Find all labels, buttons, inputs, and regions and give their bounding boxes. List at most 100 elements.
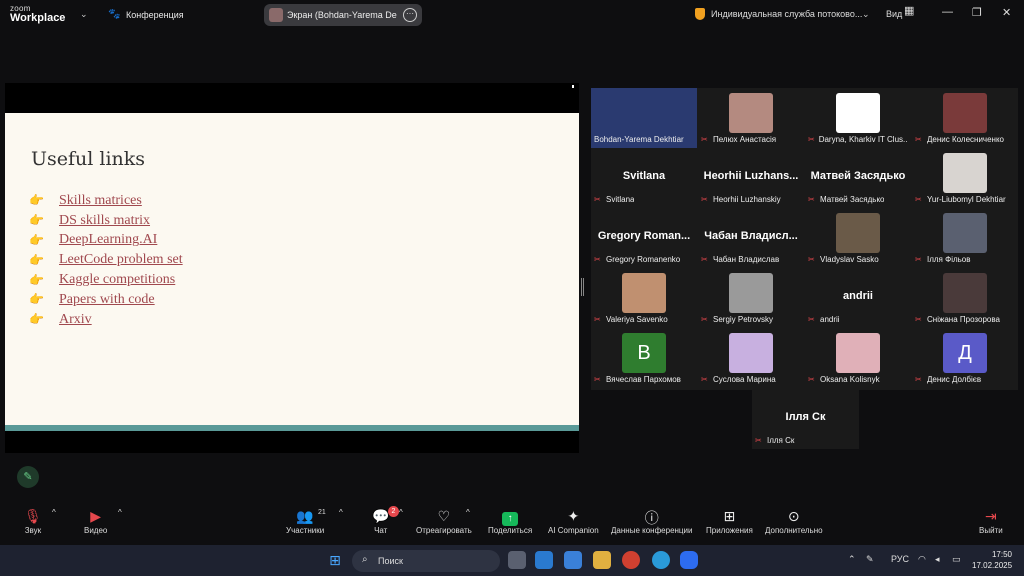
muted-mic-icon: ✂ xyxy=(915,375,922,384)
participant-tile[interactable]: Svitlana ✂ Svitlana xyxy=(591,148,697,208)
taskbar-clock[interactable]: 17:50 17.02.2025 xyxy=(972,549,1012,571)
windows-start-icon[interactable]: ⊞ xyxy=(326,551,344,569)
share-label: Поделиться xyxy=(488,526,533,535)
participant-tile[interactable]: ✂ Пелюх Анастасія xyxy=(698,88,804,148)
meeting-label[interactable]: Конференция xyxy=(126,10,184,20)
share-button[interactable]: ↑ Поделиться xyxy=(488,508,532,535)
taskbar-search[interactable]: ⌕ Поиск xyxy=(352,550,500,572)
participant-name: ✂ Heorhii Luzhanskiy xyxy=(701,195,781,204)
participants-button[interactable]: 👥 Участники 21 xyxy=(286,508,326,535)
zoom-taskbar-icon[interactable] xyxy=(680,551,698,569)
chrome-icon[interactable] xyxy=(622,551,640,569)
react-button[interactable]: ♡ Отреагировать xyxy=(416,508,472,535)
screen-share-indicator[interactable]: Экран (Bohdan-Yarema Dekhtiar ··· xyxy=(264,4,422,26)
grid-icon[interactable]: ▦ xyxy=(904,4,914,17)
participant-display-name: Svitlana xyxy=(622,170,666,182)
restore-icon[interactable]: ❐ xyxy=(972,6,982,19)
chat-options-caret[interactable]: ^ xyxy=(399,508,403,517)
participant-tile[interactable]: Bohdan-Yarema Dekhtiar xyxy=(591,88,697,148)
telegram-icon[interactable] xyxy=(652,551,670,569)
participant-name: ✂ Svitlana xyxy=(594,195,634,204)
leave-button[interactable]: ⇥ Выйти xyxy=(979,508,1003,535)
participant-tile[interactable]: Чабан Владисл... ✂ Чабан Владислав xyxy=(698,208,804,268)
link[interactable]: DeepLearning.AI xyxy=(59,232,157,248)
list-item: 👉 Papers with code xyxy=(29,290,183,310)
annotate-pencil-icon[interactable]: ✎ xyxy=(17,466,39,488)
participant-tile[interactable]: ✂ Oksana Kolisnyk xyxy=(805,328,911,388)
participant-name-text: Sergiy Petrovsky xyxy=(713,315,774,324)
tray-expand-icon[interactable]: ⌃ xyxy=(848,554,856,565)
participants-options-caret[interactable]: ^ xyxy=(339,508,343,517)
link[interactable]: Kaggle competitions xyxy=(59,272,175,288)
participant-tile[interactable]: Матвей Засядько ✂ Матвей Засядько xyxy=(805,148,911,208)
link[interactable]: Arxiv xyxy=(59,312,92,328)
participant-tile[interactable]: ✂ Денис Колесниченко xyxy=(912,88,1018,148)
link[interactable]: DS skills matrix xyxy=(59,213,150,229)
splitter-handle[interactable] xyxy=(581,278,584,296)
ai-companion-button[interactable]: ✦ AI Companion xyxy=(548,508,599,535)
minimize-icon[interactable]: — xyxy=(942,6,953,18)
more-options-icon[interactable]: ··· xyxy=(403,8,417,22)
muted-mic-icon: ✂ xyxy=(808,375,815,384)
file-explorer-icon[interactable] xyxy=(593,551,611,569)
search-icon: ⌕ xyxy=(362,554,368,565)
participant-tile[interactable]: ✂ Sergiy Petrovsky xyxy=(698,268,804,328)
participant-tile[interactable]: Gregory Roman... ✂ Gregory Romanenko xyxy=(591,208,697,268)
participant-tile[interactable]: andrii ✂ andrii xyxy=(805,268,911,328)
close-icon[interactable]: ✕ xyxy=(1002,6,1011,19)
react-options-caret[interactable]: ^ xyxy=(466,508,470,517)
chevron-down-icon[interactable]: ⌄ xyxy=(862,9,870,20)
video-options-caret[interactable]: ^ xyxy=(118,508,122,517)
edge-icon[interactable] xyxy=(535,551,553,569)
leave-label: Выйти xyxy=(979,526,1003,535)
search-input[interactable]: Поиск xyxy=(378,556,403,566)
chat-button[interactable]: 💬 Чат 2 xyxy=(372,506,399,535)
video-button[interactable]: ▶ Видео xyxy=(84,508,107,535)
participant-tile[interactable]: Ілля Ск ✂ Ілля Ск xyxy=(752,389,859,449)
participant-tile[interactable]: ✂ Valeriya Savenko xyxy=(591,268,697,328)
list-item: 👉 DeepLearning.AI xyxy=(29,231,183,251)
task-view-icon[interactable] xyxy=(508,551,526,569)
link-list: 👉 Skills matrices 👉 DS skills matrix 👉 Deep… xyxy=(29,191,183,330)
pen-icon[interactable]: ✎ xyxy=(866,554,874,565)
meeting-info-button[interactable]: ⓘ Данные конференции xyxy=(611,508,692,535)
link[interactable]: LeetCode problem set xyxy=(59,252,183,268)
participant-tile[interactable]: Heorhii Luzhans... ✂ Heorhii Luzhanskiy xyxy=(698,148,804,208)
participant-tile[interactable]: ✂ Yur-Liubomyl Dekhtiar xyxy=(912,148,1018,208)
view-button[interactable]: Вид xyxy=(886,9,902,19)
streaming-service-label[interactable]: Индивидуальная служба потоково... xyxy=(711,9,862,19)
muted-mic-icon: 🎙 xyxy=(24,508,42,524)
participant-name-text: Матвей Засядько xyxy=(820,195,885,204)
outlook-icon[interactable] xyxy=(564,551,582,569)
audio-button[interactable]: 🎙 Звук xyxy=(24,508,42,535)
screen-share-label: Экран (Bohdan-Yarema Dekhtiar xyxy=(287,10,397,20)
battery-icon[interactable]: ▭ xyxy=(952,554,961,565)
meeting-toolbar: 🎙 Звук ^ ▶ Видео ^ 👥 Участники 21 ^ 💬 Чат 2 ^ … xyxy=(0,503,1024,545)
participant-tile[interactable]: ✂ Суслова Марина xyxy=(698,328,804,388)
participant-tile[interactable]: ✂ Ілля Фільов xyxy=(912,208,1018,268)
participant-tile[interactable]: ✂ Сніжана Прозорова xyxy=(912,268,1018,328)
pointing-hand-icon: 👉 xyxy=(29,213,44,228)
link[interactable]: Skills matrices xyxy=(59,193,142,209)
volume-icon[interactable]: ◂ xyxy=(935,554,940,565)
link[interactable]: Papers with code xyxy=(59,292,155,308)
muted-mic-icon: ✂ xyxy=(701,375,708,384)
participant-avatar: Д xyxy=(943,333,987,373)
participant-name-text: Oksana Kolisnyk xyxy=(820,375,880,384)
participant-tile[interactable]: ✂ Vladyslav Sasko xyxy=(805,208,911,268)
participant-name: ✂ Денис Долбієв xyxy=(915,375,981,384)
shield-icon[interactable] xyxy=(695,8,705,20)
more-button[interactable]: ⊙ Дополнительно xyxy=(765,508,823,535)
participant-tile[interactable]: В ✂ Вячеслав Пархомов xyxy=(591,328,697,388)
audio-options-caret[interactable]: ^ xyxy=(52,508,56,517)
participant-tile[interactable]: Д ✂ Денис Долбієв xyxy=(912,328,1018,388)
wifi-icon[interactable]: ◠ xyxy=(918,554,926,565)
video-label: Видео xyxy=(84,526,108,535)
apps-label: Приложения xyxy=(706,526,753,535)
apps-button[interactable]: ⊞ Приложения xyxy=(706,508,753,535)
participant-tile[interactable]: ✂ Daryna, Kharkiv IT Clus... xyxy=(805,88,911,148)
chevron-down-icon[interactable]: ⌄ xyxy=(80,9,88,20)
participant-name: ✂ Пелюх Анастасія xyxy=(701,135,776,144)
ai-companion-label: AI Companion xyxy=(548,526,599,535)
input-language[interactable]: РУС xyxy=(891,554,909,564)
